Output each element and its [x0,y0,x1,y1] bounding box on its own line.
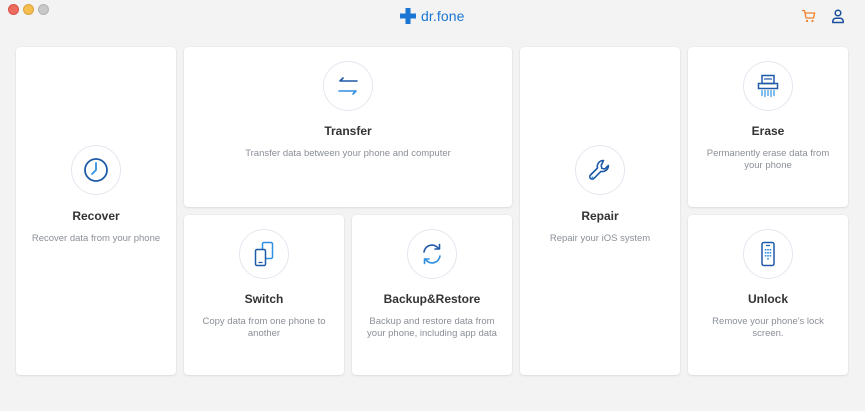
title-bar: dr.fone [0,0,865,34]
transfer-card[interactable]: Transfer Transfer data between your phon… [184,47,512,207]
recover-title: Recover [72,209,120,223]
user-icon[interactable] [830,8,846,24]
unlock-title: Unlock [747,292,788,306]
phone-keypad-icon [761,241,775,267]
erase-description: Permanently erase data from your phone [706,148,830,171]
transfer-icon-badge [323,61,373,111]
close-window-button[interactable] [8,4,19,15]
repair-icon-badge [575,145,625,195]
unlock-card[interactable]: Unlock Remove your phone's lock screen. [688,215,848,375]
sync-arrows-icon [423,243,441,265]
unlock-description: Remove your phone's lock screen. [712,316,824,339]
app-window: dr.fone Recover Recover data from your p… [0,0,865,411]
repair-title: Repair [581,209,619,223]
cart-icon[interactable] [801,8,817,24]
recover-card[interactable]: Recover Recover data from your phone [16,47,176,375]
shredder-icon [757,74,779,98]
drfone-logo-icon [400,8,416,24]
transfer-description: Transfer data between your phone and com… [245,148,451,159]
minimize-window-button[interactable] [23,4,34,15]
backup-restore-icon-badge [407,229,457,279]
wrench-icon [589,159,610,180]
backup-restore-card[interactable]: Backup&Restore Backup and restore data f… [352,215,512,375]
switch-title: Switch [244,292,284,306]
transfer-arrows-icon [338,77,358,95]
backup-restore-title: Backup&Restore [383,292,481,306]
erase-title: Erase [751,124,785,138]
app-brand: dr.fone [399,6,465,26]
unlock-icon-badge [743,229,793,279]
switch-icon-badge [239,229,289,279]
recover-description: Recover data from your phone [31,233,161,244]
switch-description: Copy data from one phone to another [202,316,326,339]
repair-description: Repair your iOS system [549,233,651,244]
switch-card[interactable]: Switch Copy data from one phone to anoth… [184,215,344,375]
erase-icon-badge [743,61,793,111]
erase-card[interactable]: Erase Permanently erase data from your p… [688,47,848,207]
phones-switch-icon [254,241,274,267]
recover-icon-badge [71,145,121,195]
clock-icon [84,158,108,182]
transfer-title: Transfer [324,124,372,138]
backup-restore-description: Backup and restore data from your phone,… [367,316,497,339]
app-name: dr.fone [421,8,465,24]
repair-card[interactable]: Repair Repair your iOS system [520,47,680,375]
zoom-window-button[interactable] [38,4,49,15]
